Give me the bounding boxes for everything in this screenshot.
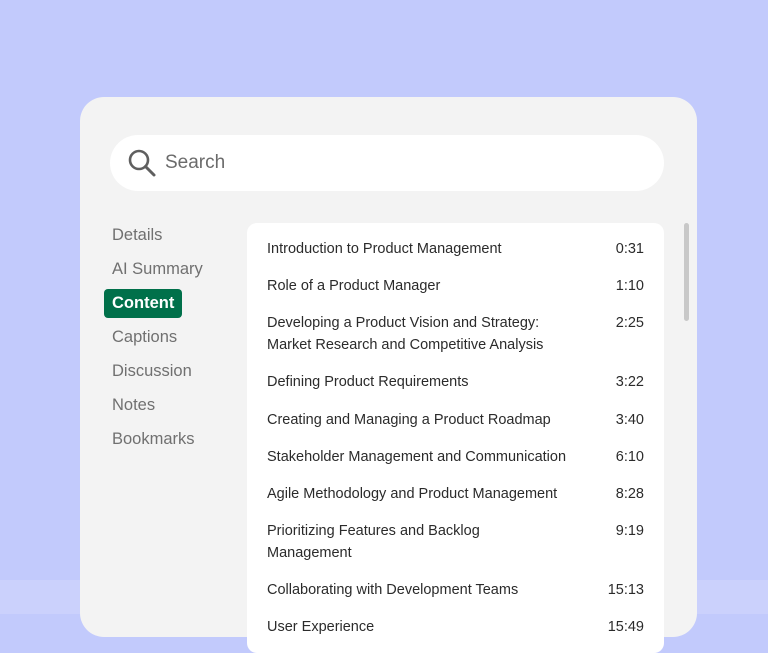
- content-item-title: User Experience: [267, 619, 375, 635]
- nav-item-notes[interactable]: Notes: [104, 391, 163, 420]
- search-input[interactable]: [165, 145, 635, 181]
- content-item-title: Collaborating with Development Teams: [267, 582, 519, 598]
- content-item[interactable]: Prioritizing Features and Backlog Manage…: [247, 520, 664, 564]
- content-item-title: Role of a Product Manager: [267, 278, 441, 294]
- nav-item-discussion[interactable]: Discussion: [104, 357, 200, 386]
- section-nav: Details AI Summary Content Captions Disc…: [104, 221, 224, 459]
- nav-item-details[interactable]: Details: [104, 221, 170, 250]
- content-item-title: Creating and Managing a Product Roadmap: [267, 412, 551, 428]
- content-item-time: 15:49: [607, 619, 644, 635]
- content-item-time: 3:22: [615, 374, 644, 390]
- content-item[interactable]: Collaborating with Development Teams 15:…: [247, 579, 664, 601]
- content-item-time: 2:25: [615, 315, 644, 331]
- content-item-time: 3:40: [615, 412, 644, 428]
- content-item-title: Defining Product Requirements: [267, 374, 469, 390]
- content-item[interactable]: Creating and Managing a Product Roadmap …: [247, 409, 664, 431]
- nav-item-ai-summary[interactable]: AI Summary: [104, 255, 211, 284]
- content-item[interactable]: Stakeholder Management and Communication…: [247, 446, 664, 468]
- content-item[interactable]: Role of a Product Manager 1:10: [247, 275, 664, 297]
- content-item-time: 15:13: [607, 582, 644, 598]
- nav-item-captions[interactable]: Captions: [104, 323, 185, 352]
- search-icon: [128, 149, 156, 177]
- content-item-time: 6:10: [615, 449, 644, 465]
- content-item-title: Prioritizing Features and Backlog Manage…: [267, 523, 480, 561]
- search-bar[interactable]: [110, 135, 664, 191]
- course-panel: Details AI Summary Content Captions Disc…: [80, 97, 697, 653]
- content-item[interactable]: User Experience 15:49: [247, 616, 664, 638]
- content-item-title: Stakeholder Management and Communication: [267, 449, 567, 465]
- content-item-time: 9:19: [615, 523, 644, 539]
- content-list: Introduction to Product Management 0:31 …: [247, 223, 664, 653]
- content-item[interactable]: Agile Methodology and Product Management…: [247, 483, 664, 505]
- content-item-title: Developing a Product Vision and Strategy…: [267, 315, 544, 353]
- content-item-title: Agile Methodology and Product Management: [267, 486, 558, 502]
- content-item[interactable]: Defining Product Requirements 3:22: [247, 371, 664, 393]
- nav-item-bookmarks[interactable]: Bookmarks: [104, 425, 203, 454]
- content-scrollbar[interactable]: [684, 223, 689, 321]
- content-item-title: Introduction to Product Management: [267, 241, 502, 257]
- content-item-time: 1:10: [615, 278, 644, 294]
- content-item-time: 8:28: [615, 486, 644, 502]
- content-item[interactable]: Developing a Product Vision and Strategy…: [247, 312, 664, 356]
- content-item[interactable]: Introduction to Product Management 0:31: [247, 238, 664, 260]
- content-item-time: 0:31: [615, 241, 644, 257]
- nav-item-content[interactable]: Content: [104, 289, 183, 318]
